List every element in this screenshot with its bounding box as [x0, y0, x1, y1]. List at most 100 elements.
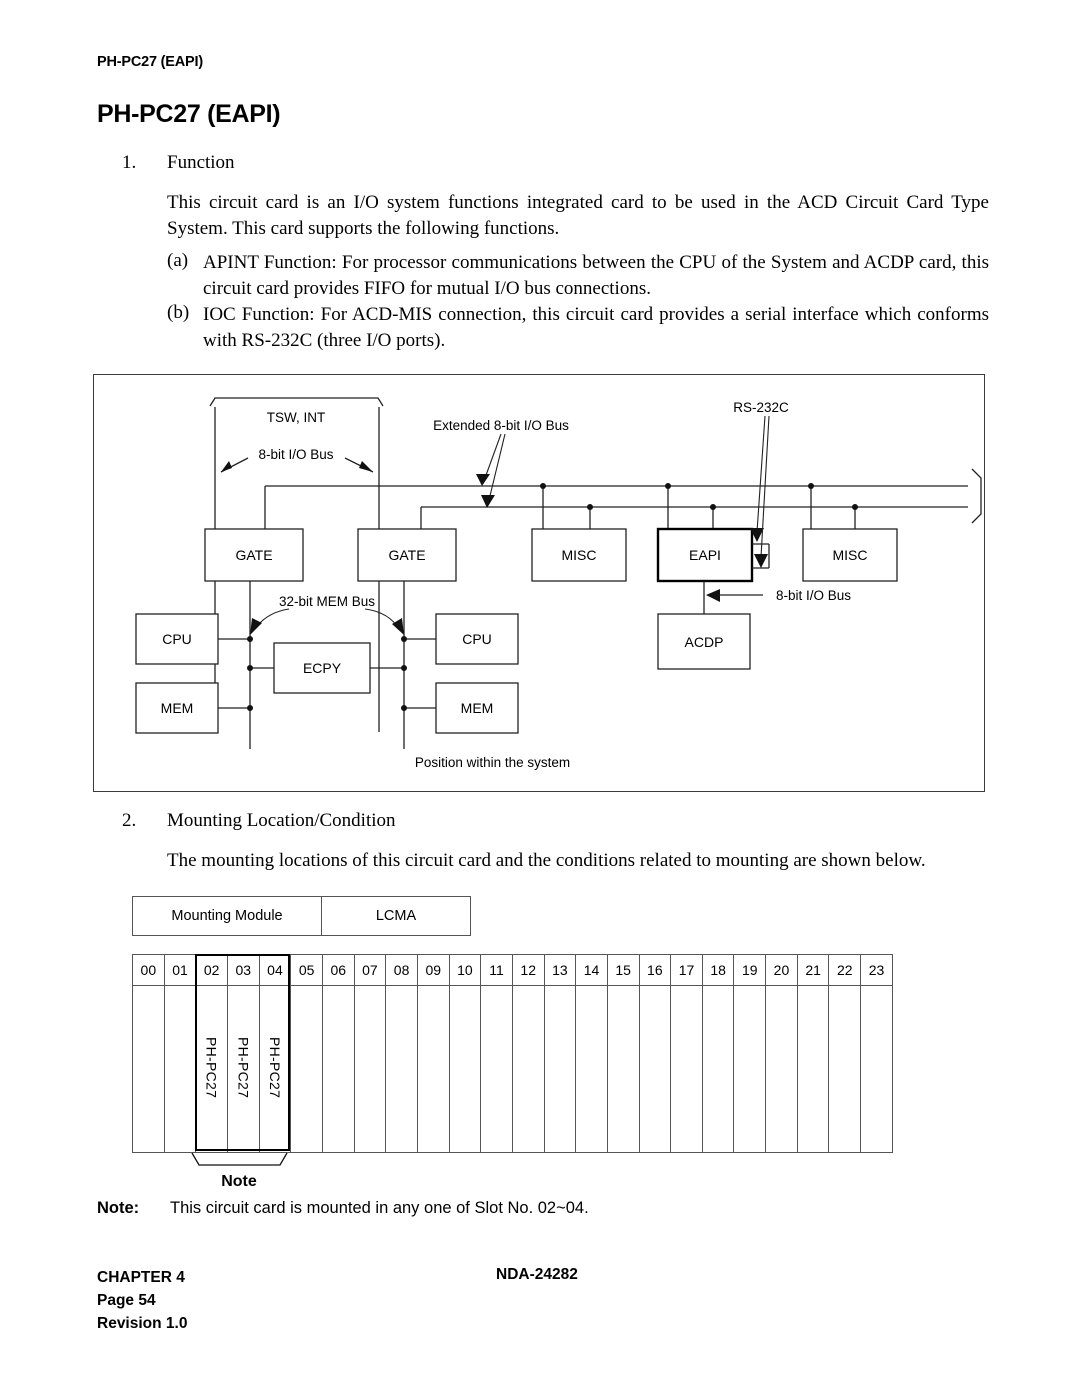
annotation-8bit-io-bus-acdp: 8-bit I/O Bus: [776, 588, 851, 603]
slot-number-cell: 15: [606, 954, 640, 986]
slot-card-cell[interactable]: [670, 985, 703, 1153]
slot-card-cell[interactable]: [606, 985, 640, 1153]
annotation-extended-8bit-io-bus: Extended 8-bit I/O Bus: [433, 418, 569, 433]
footer-page: Page 54: [97, 1292, 156, 1309]
block-label-cpu1: CPU: [162, 631, 192, 647]
slot-number-cell: 11: [480, 954, 513, 986]
block-label-gate2: GATE: [388, 547, 425, 563]
slot-number-cell: 14: [575, 954, 608, 986]
slot-number-cell: 03: [226, 954, 260, 986]
mounting-module-label: Mounting Module: [132, 896, 322, 936]
slot-number-cell: 09: [416, 954, 450, 986]
annotation-rs232c: RS-232C: [733, 400, 789, 415]
slot-table: 00 01 02 03 04 05 06 07 08 09 10 11 12 13 14 15 16 17 18 19…: [132, 954, 893, 1153]
slot-number-cell: 02: [195, 954, 228, 986]
slot-number-cell: 18: [701, 954, 735, 986]
slot-card-cell[interactable]: [416, 985, 450, 1153]
slot-number-cell: 22: [828, 954, 862, 986]
slot-table-wrapper: 00 01 02 03 04 05 06 07 08 09 10 11 12 13 14 15 16 17 18 19…: [132, 954, 893, 1153]
block-label-misc1: MISC: [562, 547, 597, 563]
slot-card-cell[interactable]: [543, 985, 577, 1153]
slot-card-cell[interactable]: PH-PC27: [226, 985, 260, 1153]
slot-card-cell[interactable]: [701, 985, 735, 1153]
running-header: PH-PC27 (EAPI): [97, 54, 203, 70]
slot-card-cell[interactable]: [765, 985, 798, 1153]
annotation-32bit-mem-bus: 32-bit MEM Bus: [279, 594, 375, 609]
slot-card-row: PH-PC27 PH-PC27 PH-PC27: [132, 985, 893, 1153]
mounting-module-table: Mounting Module LCMA: [132, 896, 471, 936]
slot-card-cell[interactable]: [796, 985, 830, 1153]
slot-card-cell[interactable]: [638, 985, 672, 1153]
list-item-b-text: IOC Function: For ACD-MIS connection, th…: [203, 304, 989, 351]
slot-card-label: PH-PC27: [266, 1036, 283, 1099]
slot-card-cell[interactable]: [163, 985, 197, 1153]
block-label-acdp: ACDP: [685, 634, 724, 650]
section-2-number: 2.: [122, 810, 137, 831]
slot-number-row: 00 01 02 03 04 05 06 07 08 09 10 11 12 13 14 15 16 17 18 19…: [132, 954, 893, 986]
block-label-cpu2: CPU: [462, 631, 492, 647]
block-label-mem2: MEM: [461, 700, 494, 716]
slot-number-cell: 23: [860, 954, 893, 986]
section-1-title: Function: [167, 152, 235, 173]
slot-number-cell: 06: [321, 954, 355, 986]
slot-number-cell: 12: [511, 954, 545, 986]
slot-card-cell[interactable]: PH-PC27: [258, 985, 292, 1153]
section-2-title: Mounting Location/Condition: [167, 810, 396, 831]
annotation-tsw-int: TSW, INT: [267, 410, 326, 425]
slot-number-cell: 16: [638, 954, 672, 986]
slot-card-cell[interactable]: [511, 985, 545, 1153]
list-item-a-text: APINT Function: For processor communicat…: [203, 252, 989, 299]
block-label-mem1: MEM: [161, 700, 194, 716]
slot-card-cell[interactable]: [290, 985, 323, 1153]
page-title: PH-PC27 (EAPI): [97, 100, 281, 128]
slot-number-cell: 10: [448, 954, 482, 986]
block-label-misc2: MISC: [833, 547, 868, 563]
mounting-module-value: LCMA: [321, 896, 471, 936]
note-brace: [191, 1152, 288, 1166]
slot-number-cell: 01: [163, 954, 197, 986]
footer-doc-number: NDA-24282: [496, 1266, 578, 1283]
system-position-diagram: GATE GATE MISC EAPI MISC CPU CPU MEM MEM…: [135, 397, 982, 749]
slot-number-cell: 00: [132, 954, 165, 986]
slot-card-cell[interactable]: [321, 985, 355, 1153]
list-marker-a: (a): [167, 250, 189, 271]
figure-caption: Position within the system: [414, 755, 571, 770]
note-text: This circuit card is mounted in any one …: [170, 1199, 589, 1217]
block-label-ecpy: ECPY: [303, 660, 342, 676]
block-label-eapi: EAPI: [689, 547, 721, 563]
slot-number-cell: 04: [258, 954, 292, 986]
list-marker-b: (b): [167, 302, 190, 323]
slot-card-cell[interactable]: [860, 985, 893, 1153]
slot-card-label: PH-PC27: [203, 1036, 220, 1099]
section-1-number: 1.: [122, 152, 137, 173]
slot-number-cell: 17: [670, 954, 703, 986]
footer-left: CHAPTER 4 Page 54 Revision 1.0: [97, 1266, 187, 1335]
slot-number-cell: 20: [765, 954, 798, 986]
slot-number-cell: 19: [733, 954, 767, 986]
slot-card-cell[interactable]: [448, 985, 482, 1153]
note-key: Note:: [97, 1199, 140, 1217]
slot-card-cell[interactable]: [385, 985, 418, 1153]
slot-card-cell[interactable]: [828, 985, 862, 1153]
table-row: Mounting Module LCMA: [132, 896, 471, 936]
slot-card-label: PH-PC27: [235, 1036, 252, 1099]
slot-card-cell[interactable]: [575, 985, 608, 1153]
slot-card-cell[interactable]: [353, 985, 387, 1153]
slot-number-cell: 08: [385, 954, 418, 986]
slot-card-cell[interactable]: [132, 985, 165, 1153]
section-1-paragraph: This circuit card is an I/O system funct…: [167, 192, 989, 239]
slot-number-cell: 05: [290, 954, 323, 986]
block-label-gate1: GATE: [235, 547, 272, 563]
section-2-paragraph: The mounting locations of this circuit c…: [167, 850, 926, 871]
slot-card-cell[interactable]: [480, 985, 513, 1153]
slot-number-cell: 13: [543, 954, 577, 986]
slot-card-cell[interactable]: PH-PC27: [195, 985, 228, 1153]
footer-revision: Revision 1.0: [97, 1315, 188, 1332]
document-page: PH-PC27 (EAPI) PH-PC27 (EAPI) 1. Functio…: [0, 0, 1080, 1397]
slot-number-cell: 07: [353, 954, 387, 986]
note-brace-label: Note: [221, 1173, 257, 1190]
footer-chapter: CHAPTER 4: [97, 1269, 185, 1286]
slot-number-cell: 21: [796, 954, 830, 986]
annotation-8bit-io-bus-top: 8-bit I/O Bus: [258, 447, 333, 462]
slot-card-cell[interactable]: [733, 985, 767, 1153]
